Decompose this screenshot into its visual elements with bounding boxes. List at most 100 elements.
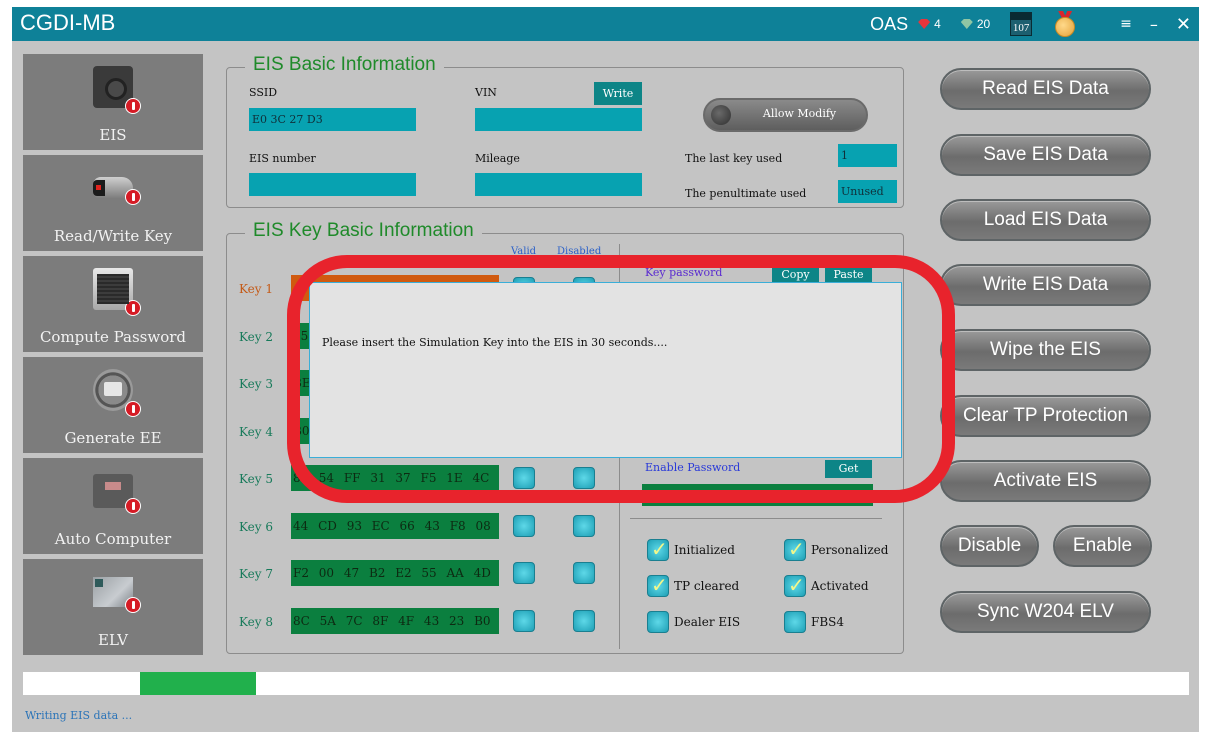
fbs4-checkbox[interactable] bbox=[784, 611, 806, 633]
check-icon: ✓ bbox=[788, 573, 805, 597]
app-window: CGDI-MB OAS 4 20 107 ≡ – ✕ EIS Read/Writ… bbox=[12, 7, 1199, 732]
tp-cleared-label: TP cleared bbox=[674, 579, 740, 593]
ssid-label: SSID bbox=[249, 86, 278, 99]
check-icon: ✓ bbox=[788, 537, 805, 561]
disable-button[interactable]: Disable bbox=[940, 525, 1039, 567]
key-8-label: Key 8 bbox=[239, 615, 273, 629]
initialized-label: Initialized bbox=[674, 543, 735, 557]
sidebar-item-label: Generate EE bbox=[64, 429, 162, 447]
sidebar-item-eis[interactable]: EIS bbox=[23, 54, 203, 150]
tp-cleared-checkbox[interactable]: ✓ bbox=[647, 573, 669, 597]
printer-icon bbox=[93, 369, 141, 417]
key-1-label: Key 1 bbox=[239, 282, 273, 296]
vin-label: VIN bbox=[475, 86, 497, 99]
alert-badge-icon bbox=[125, 300, 141, 316]
key-8-disabled-checkbox[interactable] bbox=[573, 610, 595, 632]
key-6-value[interactable]: 44 CD 93 EC 66 43 F8 08 bbox=[291, 513, 499, 539]
read-eis-data-button[interactable]: Read EIS Data bbox=[940, 68, 1151, 110]
sidebar-item-label: Auto Computer bbox=[54, 530, 172, 548]
penultimate-label: The penultimate used bbox=[685, 187, 807, 200]
key-5-disabled-checkbox[interactable] bbox=[573, 467, 595, 489]
load-eis-data-button[interactable]: Load EIS Data bbox=[940, 199, 1151, 241]
title-bar-controls: OAS 4 20 107 ≡ – ✕ bbox=[870, 7, 1191, 41]
close-icon[interactable]: ✕ bbox=[1176, 14, 1191, 35]
user-name[interactable]: OAS bbox=[870, 14, 908, 35]
green-gem-counter: 20 bbox=[960, 17, 991, 31]
key-7-valid-checkbox[interactable] bbox=[513, 562, 535, 584]
activated-checkbox[interactable]: ✓ bbox=[784, 573, 806, 597]
key-7-disabled-checkbox[interactable] bbox=[573, 562, 595, 584]
write-eis-data-button[interactable]: Write EIS Data bbox=[940, 264, 1151, 306]
enable-button[interactable]: Enable bbox=[1053, 525, 1152, 567]
check-icon: ✓ bbox=[651, 537, 668, 561]
key-8-valid-checkbox[interactable] bbox=[513, 610, 535, 632]
medal-disc bbox=[1055, 17, 1076, 37]
fbs4-label: FBS4 bbox=[811, 615, 844, 629]
key-5-valid-checkbox[interactable] bbox=[513, 467, 535, 489]
medal-icon[interactable] bbox=[1054, 11, 1076, 37]
sidebar: EIS Read/Write Key Compute Password Gene… bbox=[23, 54, 203, 660]
eis-lock-icon bbox=[93, 66, 141, 114]
sidebar-item-generate-ee[interactable]: Generate EE bbox=[23, 357, 203, 453]
emerald-gem-icon bbox=[960, 19, 973, 29]
mileage-field[interactable] bbox=[475, 173, 642, 196]
status-text: Writing EIS data ... bbox=[25, 709, 133, 722]
eis-number-field[interactable] bbox=[249, 173, 416, 196]
sidebar-item-auto-computer[interactable]: Auto Computer bbox=[23, 458, 203, 554]
activated-label: Activated bbox=[811, 579, 869, 593]
save-eis-data-button[interactable]: Save EIS Data bbox=[940, 134, 1151, 176]
personalized-checkbox[interactable]: ✓ bbox=[784, 537, 806, 561]
penultimate-field: Unused bbox=[838, 180, 897, 203]
sidebar-item-label: ELV bbox=[98, 631, 128, 649]
col-valid-header: Valid bbox=[511, 246, 537, 257]
wipe-eis-button[interactable]: Wipe the EIS bbox=[940, 329, 1151, 371]
app-title: CGDI-MB bbox=[20, 10, 116, 35]
key-7-value[interactable]: F2 00 47 B2 E2 55 AA 4D bbox=[291, 560, 499, 586]
eis-basic-info-title: EIS Basic Information bbox=[245, 54, 444, 76]
key-5-label: Key 5 bbox=[239, 472, 273, 486]
get-button[interactable]: Get bbox=[825, 460, 872, 478]
alert-badge-icon bbox=[125, 189, 141, 205]
enable-password-label: Enable Password bbox=[645, 461, 741, 474]
allow-modify-toggle[interactable]: Allow Modify bbox=[703, 98, 868, 132]
green-gem-count: 20 bbox=[976, 17, 991, 31]
write-vin-button[interactable]: Write bbox=[594, 82, 642, 105]
sidebar-item-read-write-key[interactable]: Read/Write Key bbox=[23, 155, 203, 251]
key-5-value[interactable]: 8F 54 FF 31 37 F5 1E 4C bbox=[291, 465, 499, 491]
sidebar-item-label: Read/Write Key bbox=[53, 227, 173, 245]
minimize-icon[interactable]: – bbox=[1150, 15, 1158, 34]
dialog-message: Please insert the Simulation Key into th… bbox=[322, 336, 668, 349]
last-key-field: 1 bbox=[838, 144, 897, 167]
elv-board-icon bbox=[93, 577, 141, 613]
menu-icon[interactable]: ≡ bbox=[1120, 16, 1132, 32]
key-6-disabled-checkbox[interactable] bbox=[573, 515, 595, 537]
dealer-eis-checkbox[interactable] bbox=[647, 611, 669, 633]
key-password-label: Key password bbox=[645, 266, 723, 279]
alert-badge-icon bbox=[125, 98, 141, 114]
ecu-icon bbox=[93, 474, 141, 514]
car-key-icon bbox=[93, 177, 141, 205]
initialized-checkbox[interactable]: ✓ bbox=[647, 537, 669, 561]
alert-badge-icon bbox=[125, 401, 141, 417]
progress-fill bbox=[139, 672, 257, 695]
vin-field[interactable] bbox=[475, 108, 642, 131]
key-6-label: Key 6 bbox=[239, 520, 273, 534]
enable-password-field[interactable] bbox=[642, 484, 873, 506]
ssid-field[interactable]: E0 3C 27 D3 bbox=[249, 108, 416, 131]
key-8-value[interactable]: 8C 5A 7C 8F 4F 43 23 B0 bbox=[291, 608, 499, 634]
alert-badge-icon bbox=[125, 498, 141, 514]
sync-w204-elv-button[interactable]: Sync W204 ELV bbox=[940, 591, 1151, 633]
calendar-day: 107 bbox=[1012, 22, 1030, 34]
allow-modify-label: Allow Modify bbox=[762, 107, 837, 120]
password-chip-icon bbox=[93, 268, 141, 316]
clear-tp-protection-button[interactable]: Clear TP Protection bbox=[940, 395, 1151, 437]
key-6-valid-checkbox[interactable] bbox=[513, 515, 535, 537]
sidebar-item-compute-password[interactable]: Compute Password bbox=[23, 256, 203, 352]
personalized-label: Personalized bbox=[811, 543, 889, 557]
calendar-top bbox=[1011, 13, 1032, 20]
calendar-icon[interactable]: 107 bbox=[1010, 12, 1033, 36]
activate-eis-button[interactable]: Activate EIS bbox=[940, 460, 1151, 502]
eis-number-label: EIS number bbox=[249, 152, 316, 165]
toggle-indicator-icon bbox=[711, 105, 731, 125]
sidebar-item-elv[interactable]: ELV bbox=[23, 559, 203, 655]
